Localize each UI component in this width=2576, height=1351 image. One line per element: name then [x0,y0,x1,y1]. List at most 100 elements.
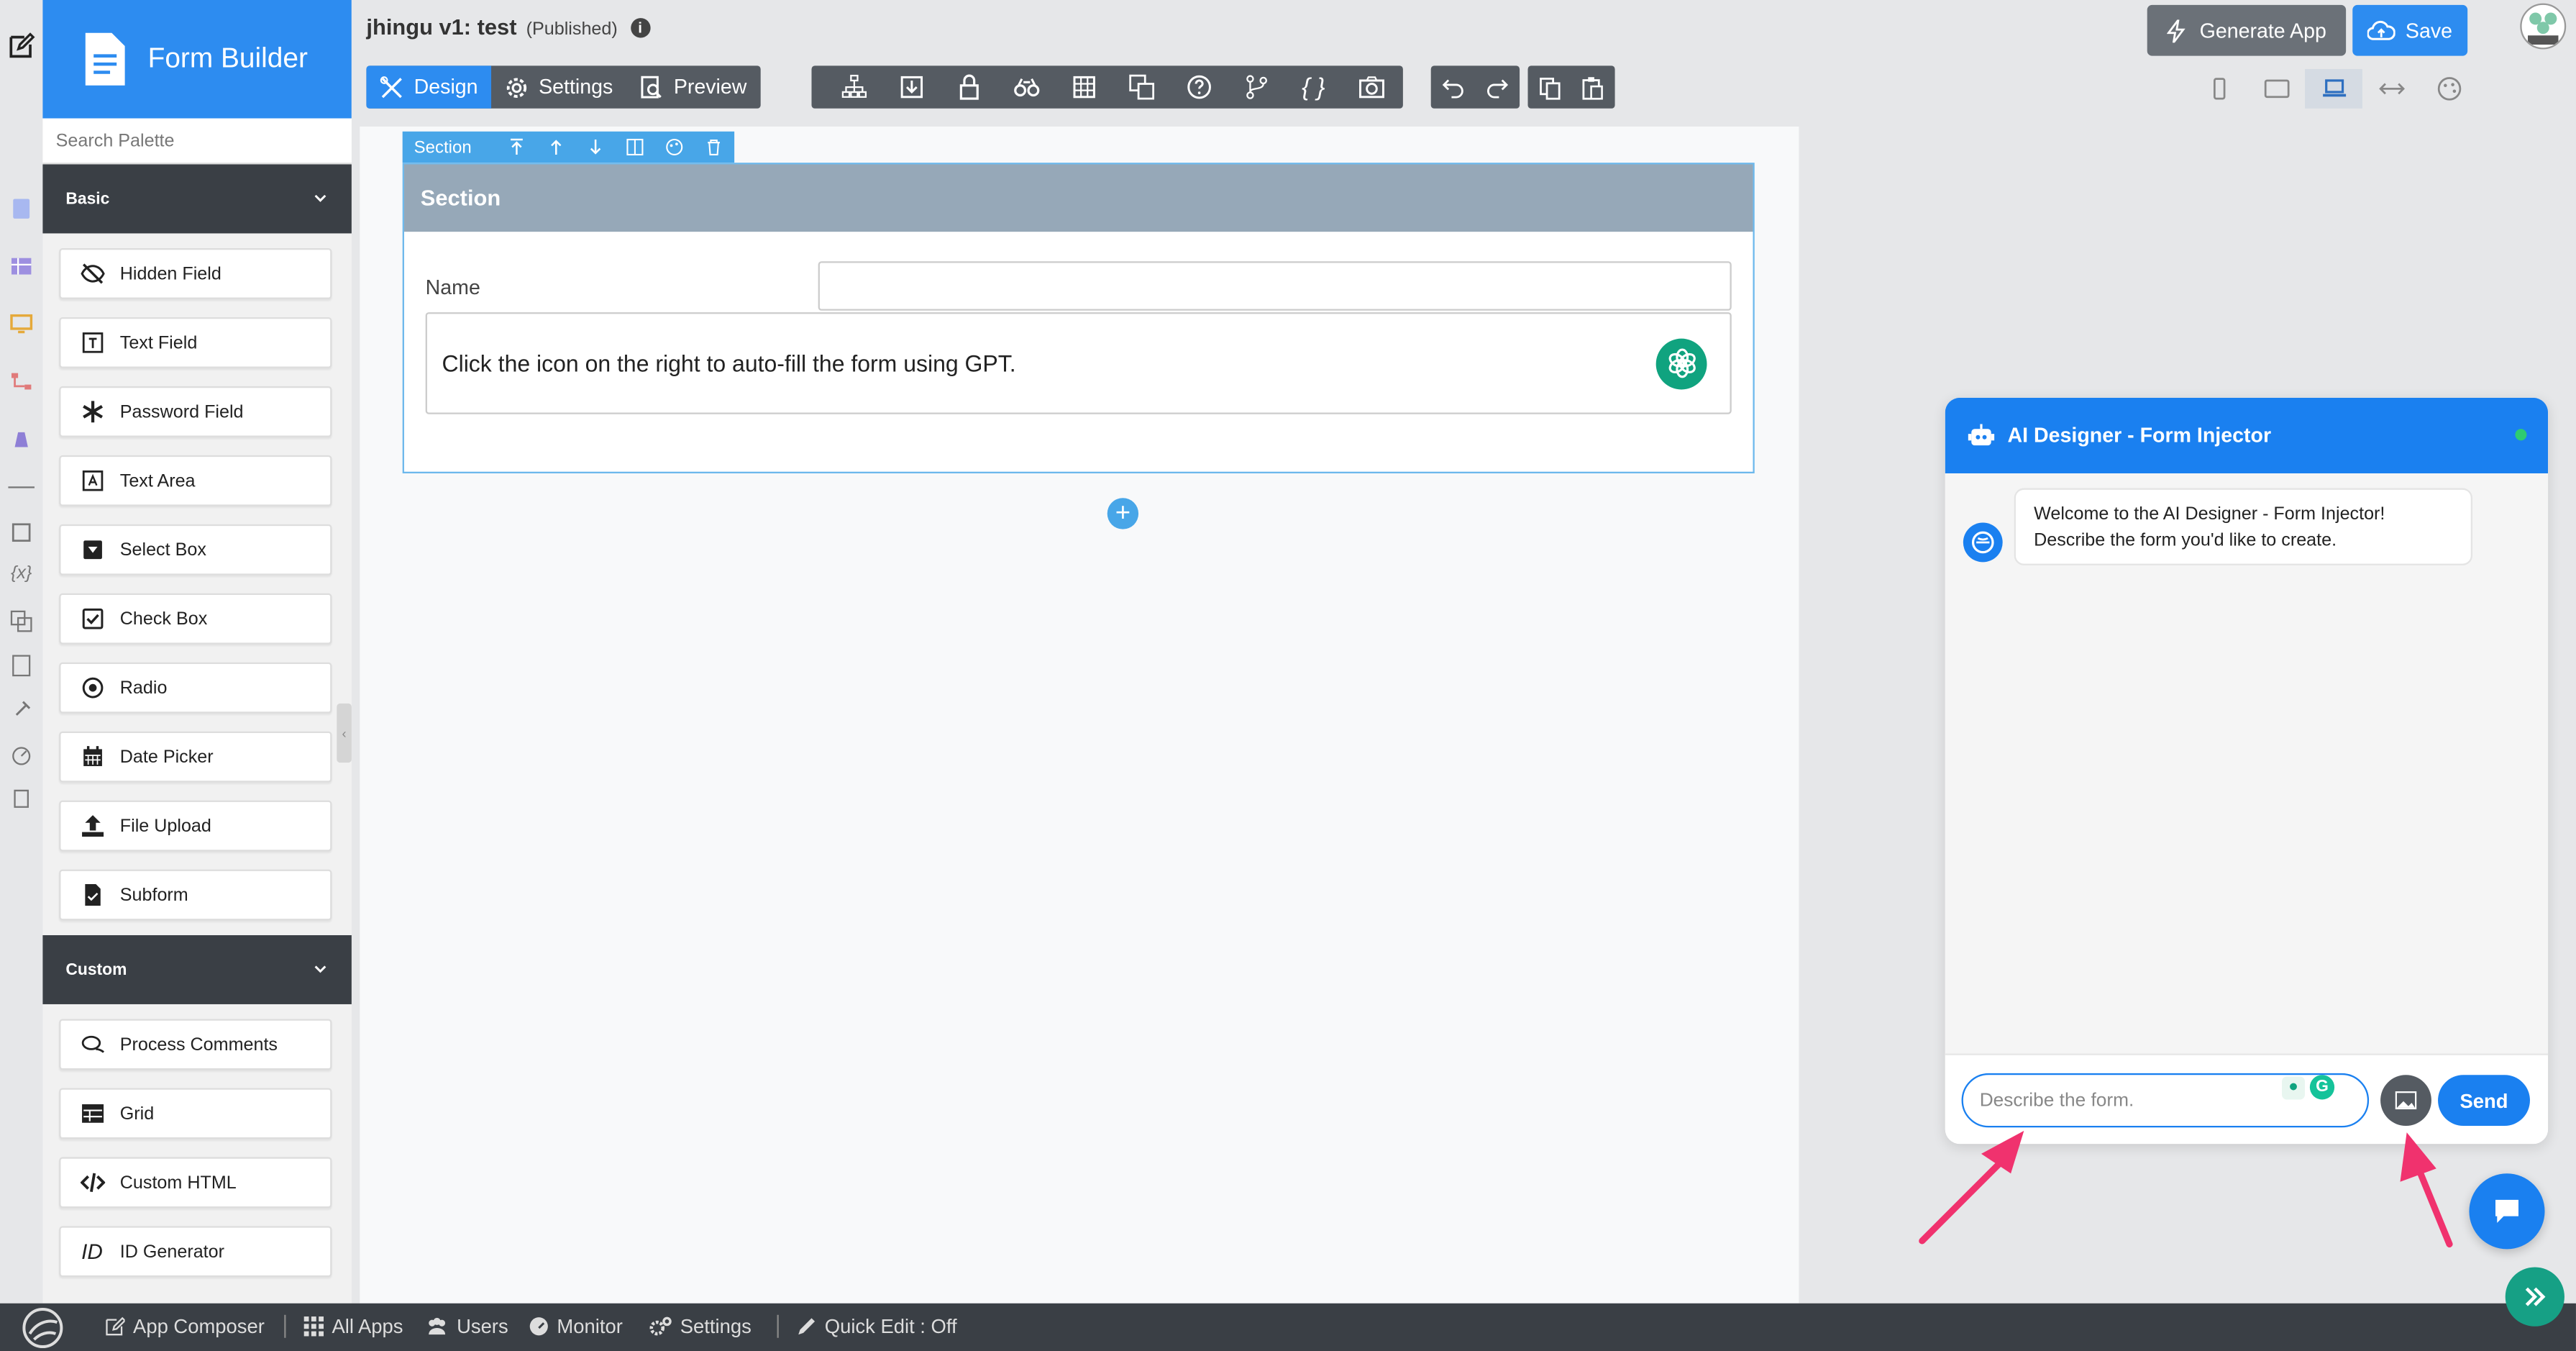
tab-preview[interactable]: Preview [626,65,760,108]
palette-item-file-upload[interactable]: File Upload [59,800,332,852]
monitor-link[interactable]: Monitor [529,1315,623,1338]
avatar[interactable] [2520,3,2567,50]
sitemap-icon[interactable] [825,65,882,108]
palette-item-id-generator[interactable]: ID ID Generator [59,1226,332,1278]
redo-icon[interactable] [1485,75,1509,99]
move-up-icon[interactable] [536,138,575,156]
info-icon[interactable]: i [630,18,650,38]
lock-icon[interactable] [940,65,997,108]
name-input[interactable] [818,261,1732,311]
import-icon[interactable] [882,65,940,108]
form-section[interactable]: Section Name Click the icon on the right… [402,163,1755,529]
palette-item-grid[interactable]: Grid [59,1088,332,1140]
note-icon[interactable] [8,519,35,546]
bottom-item-label: All Apps [332,1314,403,1338]
joget-logo-icon[interactable] [17,1304,69,1351]
camera-icon[interactable] [1342,65,1399,108]
welcome-line-2: Describe the form you'd like to create. [2034,530,2337,551]
gpt-autofill-element[interactable]: Click the icon on the right to auto-fill… [425,312,1732,414]
translate-icon[interactable] [1113,65,1170,108]
users-link[interactable]: Users [426,1315,508,1338]
app-title: jhingu v1: test (Published) i [366,15,650,40]
palette-item-label: Text Field [119,332,198,353]
attach-image-button[interactable] [2380,1075,2431,1127]
palette-item-process-comments[interactable]: Process Comments [59,1019,332,1070]
columns-icon[interactable] [616,138,655,156]
brand-header: Form Builder [42,0,352,119]
palette-collapse-handle[interactable]: ‹ [337,703,352,763]
palette-item-label: Hidden Field [119,263,221,284]
image-rail-icon[interactable] [8,652,35,679]
laptop-icon[interactable] [2305,68,2362,109]
text-field-icon [77,328,106,358]
move-to-top-icon[interactable] [496,138,536,156]
lightbulb-icon[interactable]: ● [2282,1075,2306,1099]
all-apps-link[interactable]: All Apps [303,1314,403,1338]
process-icon[interactable] [8,368,35,395]
phone-icon[interactable] [2190,69,2247,109]
design-toolbar: { } [811,65,1403,109]
tablet-icon[interactable] [2247,69,2305,109]
comments-icon [77,1029,106,1059]
binoculars-icon[interactable] [997,65,1055,108]
palette-group-custom[interactable]: Custom [42,934,352,1004]
log-icon[interactable] [8,786,35,812]
trash-icon[interactable] [695,138,734,156]
design-tools-icon [380,76,402,98]
table-icon[interactable] [1055,65,1113,108]
palette-item-subform[interactable]: Subform [59,869,332,921]
generate-app-button[interactable]: Generate App [2147,4,2347,56]
form-icon[interactable] [8,196,35,222]
palette-item-custom-html[interactable]: Custom HTML [59,1157,332,1209]
paste-icon[interactable] [1581,75,1605,99]
expand-width-icon[interactable] [2362,69,2420,109]
upload-icon [77,811,106,840]
palette-item-hidden-field[interactable]: Hidden Field [59,247,332,299]
settings-link[interactable]: Settings [649,1315,752,1338]
ui-icon[interactable] [8,311,35,337]
palette-item-text-field[interactable]: Text Field [59,317,332,368]
datastore-icon[interactable] [8,426,35,452]
palette-icon[interactable] [2420,69,2477,109]
performance-icon[interactable] [8,741,35,768]
grid-apps-icon [303,1316,324,1337]
bottom-item-label: Monitor [557,1314,623,1338]
tab-settings[interactable]: Settings [491,65,626,108]
braces-icon[interactable]: { } [1284,65,1342,108]
calendar-icon [77,742,106,772]
add-section-button[interactable]: + [1107,498,1139,529]
edit-icon[interactable] [5,29,38,63]
help-icon[interactable] [1169,65,1227,108]
branch-icon[interactable] [1227,65,1284,108]
palette-item-check-box[interactable]: Check Box [59,593,332,645]
translate-rail-icon[interactable] [8,608,35,634]
palette-item-text-area[interactable]: Text Area [59,455,332,506]
palette-item-date-picker[interactable]: Date Picker [59,731,332,783]
bolt-icon [2166,19,2186,42]
openai-icon[interactable] [1655,337,1707,389]
style-palette-icon[interactable] [655,138,695,156]
palette-search-input[interactable]: Search Palette [42,118,352,165]
expand-panel-button[interactable] [2505,1267,2564,1327]
save-button[interactable]: Save [2352,4,2468,56]
palette-item-label: Subform [119,885,188,905]
send-button[interactable]: Send [2438,1075,2530,1127]
palette-item-radio[interactable]: Radio [59,662,332,714]
quick-edit-toggle[interactable]: Quick Edit : Off [797,1315,957,1338]
move-down-icon[interactable] [576,138,616,156]
app-composer-link[interactable]: App Composer [105,1315,265,1338]
cloud-upload-icon [2367,19,2396,40]
palette-item-select-box[interactable]: Select Box [59,524,332,576]
variable-icon[interactable]: {x} [8,560,35,587]
palette-group-basic[interactable]: Basic [42,164,352,234]
undo-icon[interactable] [1440,75,1465,99]
list-icon[interactable] [8,253,35,280]
plugin-icon[interactable] [8,697,35,724]
tab-design[interactable]: Design [366,65,491,109]
chat-button[interactable] [2469,1173,2545,1250]
top-bar: jhingu v1: test (Published) i Design Set… [351,0,2576,119]
copy-icon[interactable] [1538,75,1562,99]
palette-item-password-field[interactable]: Password Field [59,386,332,437]
grid-icon [77,1098,106,1128]
grammarly-icon[interactable]: G [2309,1075,2335,1100]
